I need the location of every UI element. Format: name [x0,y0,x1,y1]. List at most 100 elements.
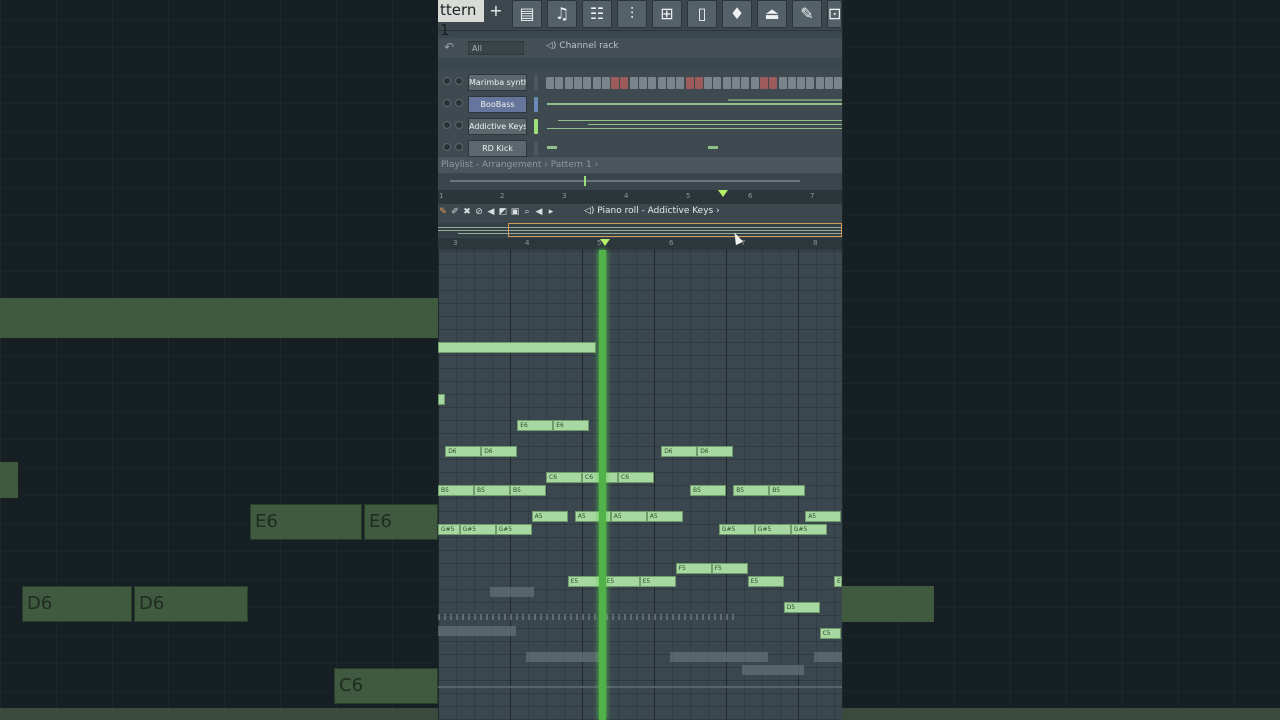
channel-select-led[interactable] [534,75,538,90]
channel-select-led[interactable] [534,97,538,112]
step-button[interactable] [787,77,796,89]
piano-roll-overview[interactable] [438,223,842,237]
note[interactable]: E5 [834,576,842,587]
select-icon[interactable]: ◩ [498,207,508,218]
note[interactable]: D6 [661,446,698,457]
note[interactable]: G#5 [438,524,460,535]
playlist-playhead-marker[interactable] [718,190,728,197]
note[interactable]: E5 [747,576,784,587]
note[interactable]: F5 [675,563,712,574]
pan-knob[interactable] [443,77,451,85]
step-button[interactable] [759,77,768,89]
piano-roll-grid[interactable]: E6 E6 D6 D6 D6 D6 C6 C6 C6 B5 B5 B5 B5 B5 B5 A5 A5 A5 A5 A5… [438,250,842,720]
note[interactable]: E6 [517,420,554,431]
channel-button-rd-kick[interactable]: RD Kick [468,140,527,157]
note[interactable]: D5 [783,602,820,613]
breadcrumb-pattern[interactable]: Pattern 1 [551,160,592,170]
step-button[interactable] [685,77,694,89]
piano-roll-playhead-marker[interactable] [600,239,610,246]
slice-icon[interactable]: ◀ [486,207,496,218]
note[interactable]: A5 [610,511,647,522]
recording-icon[interactable]: ✎ [792,0,822,28]
note[interactable]: F5 [711,563,748,574]
step-button[interactable] [676,77,685,89]
step-button[interactable] [834,77,842,89]
add-pattern-button[interactable]: + [487,1,505,21]
step-button[interactable] [815,77,824,89]
note[interactable]: E5 [603,576,640,587]
channel-button-addictive-keys[interactable]: Addictive Keys [468,118,527,135]
step-button[interactable] [592,77,601,89]
channel-button-boobass[interactable]: BooBass [468,96,527,113]
pan-knob[interactable] [443,99,451,107]
note[interactable]: G#5 [790,524,827,535]
note[interactable]: A5 [805,511,842,522]
mute-icon[interactable]: ⊘ [474,207,484,218]
note[interactable]: G#5 [459,524,496,535]
stretch-icon[interactable]: ▣ [510,207,520,218]
playback-icon[interactable]: ◀ [534,207,544,218]
step-button[interactable] [704,77,713,89]
note[interactable]: G#5 [754,524,791,535]
note[interactable]: D6 [697,446,734,457]
pencil-icon[interactable]: ✎ [438,207,448,218]
channel-select-led[interactable] [534,141,538,156]
note[interactable]: C6 [618,472,654,483]
step-button[interactable] [825,77,833,89]
note[interactable]: A5 [531,511,568,522]
step-button[interactable] [732,77,740,89]
step-button[interactable] [750,77,759,89]
step-button[interactable] [573,77,582,89]
volume-knob[interactable] [455,143,463,151]
note[interactable]: E5 [639,576,676,587]
step-button[interactable] [806,77,815,89]
step-button[interactable] [648,77,657,89]
note[interactable]: E6 [553,420,590,431]
plugin-db-icon[interactable]: ♦ [722,0,752,28]
step-button[interactable] [713,77,722,89]
note[interactable]: B5 [733,485,770,496]
step-button[interactable] [546,77,554,89]
note[interactable]: C5 [819,628,842,639]
playlist-breadcrumb[interactable]: Playlist - Arrangement › Pattern 1 › [438,157,842,173]
step-button[interactable] [694,77,703,89]
step-button[interactable] [797,77,806,89]
volume-knob[interactable] [455,77,463,85]
volume-knob[interactable] [455,99,463,107]
step-button[interactable] [666,77,675,89]
channel-rack-icon[interactable]: ☷ [582,0,612,28]
note[interactable]: G#5 [718,524,755,535]
step-button[interactable] [611,77,620,89]
pan-knob[interactable] [443,143,451,151]
note[interactable]: B5 [510,485,546,496]
step-button[interactable] [620,77,629,89]
note[interactable]: D6 [445,446,482,457]
group-filter[interactable]: All [468,41,524,55]
channel-select-led[interactable] [534,119,538,134]
overview-viewport[interactable] [508,223,842,237]
note[interactable]: B5 [438,485,474,496]
note[interactable]: G#5 [495,524,532,535]
speaker-icon[interactable]: ▸ [546,207,556,218]
step-button[interactable] [657,77,666,89]
mixer-icon[interactable]: ⫶ [617,0,647,28]
note[interactable]: B5 [690,485,726,496]
piano-roll-ruler[interactable]: 3 4 5 6 7 8 [438,238,842,250]
step-button[interactable] [564,77,573,89]
step-button[interactable] [778,77,787,89]
step-button[interactable] [639,77,647,89]
note[interactable]: C6 [546,472,582,483]
note[interactable] [438,394,446,405]
pan-knob[interactable] [443,121,451,129]
project-browser-icon[interactable]: ▯ [687,0,717,28]
piano-roll-title[interactable]: ◁) Piano roll - Addictive Keys › [584,206,720,216]
step-button[interactable] [769,77,778,89]
note[interactable] [438,342,597,353]
channel-button-marimba[interactable]: Marimba synth [468,74,527,91]
volume-knob[interactable] [455,121,463,129]
note[interactable]: B5 [769,485,806,496]
step-button[interactable] [555,77,564,89]
channel-rack-title[interactable]: ◁) Channel rack [546,41,618,51]
note[interactable]: B5 [474,485,510,496]
undo-arrow-icon[interactable]: ↶ [444,40,454,54]
